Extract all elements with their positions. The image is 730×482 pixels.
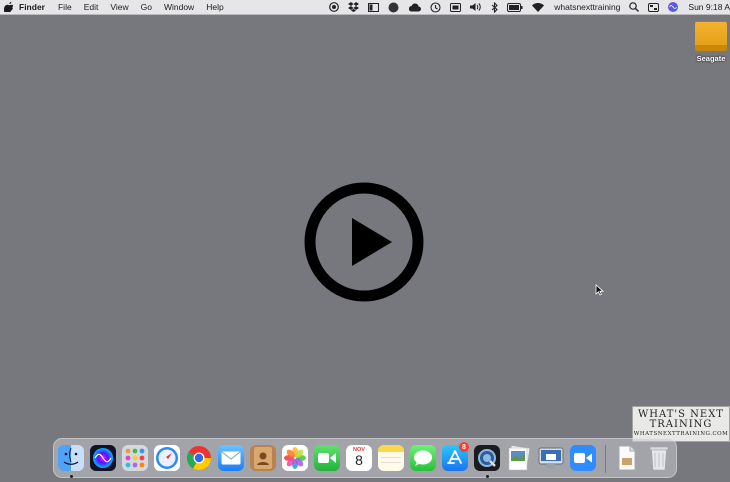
time-machine-icon[interactable] [430, 1, 441, 13]
dropbox-icon[interactable] [348, 2, 360, 12]
control-icon[interactable] [648, 2, 660, 12]
battery-icon[interactable] [507, 2, 523, 12]
spotlight-icon[interactable] [629, 2, 640, 12]
status-area: whatsnexttraining Sun 9:18 A [320, 0, 730, 14]
dock-trash-icon[interactable] [646, 445, 672, 471]
dock-separator [605, 445, 606, 473]
dock-contacts-icon[interactable] [250, 445, 276, 471]
bluetooth-icon[interactable] [491, 1, 499, 13]
dock-safari-icon[interactable] [154, 445, 180, 471]
notes-lines [381, 462, 401, 463]
siri-icon[interactable] [668, 2, 679, 12]
dock-facetime-icon[interactable] [314, 445, 340, 471]
dock-mail-icon[interactable] [218, 445, 244, 471]
menu-go[interactable]: Go [141, 2, 152, 12]
record-icon[interactable] [329, 2, 340, 12]
running-indicator [70, 475, 73, 478]
notes-header-bar [378, 445, 404, 452]
dock-calendar-icon[interactable]: NOV 8 [346, 445, 372, 471]
menu-help[interactable]: Help [206, 2, 223, 12]
seagate-drive[interactable]: Seagate [693, 21, 729, 63]
cloud-icon[interactable] [408, 3, 422, 12]
dock-preview-icon[interactable] [506, 445, 532, 471]
watermark-url: WHATSNEXTTRAINING.COM [633, 431, 729, 437]
menu-finder[interactable]: Finder [19, 2, 45, 12]
user-name[interactable]: whatsnexttraining [554, 2, 620, 12]
notes-lines [381, 457, 401, 458]
watermark-line2: TRAINING [649, 419, 713, 430]
dock-zoom-icon[interactable] [570, 445, 596, 471]
play-button-icon[interactable] [304, 182, 424, 302]
wifi-icon[interactable] [532, 2, 545, 12]
drive-label: Seagate [696, 54, 726, 63]
dock-notes-icon[interactable] [378, 445, 404, 471]
volume-icon[interactable] [470, 2, 482, 12]
dock-chrome-icon[interactable] [186, 445, 212, 471]
calendar-day: 8 [355, 452, 363, 468]
menu-window[interactable]: Window [164, 2, 194, 12]
dock-screen-sharing-icon[interactable] [538, 445, 564, 471]
dock-messages-icon[interactable] [410, 445, 436, 471]
dock-document-icon[interactable] [614, 445, 640, 471]
dark-circle-icon[interactable] [388, 2, 399, 13]
menu-clock[interactable]: Sun 9:18 A [688, 2, 730, 12]
dock-finder-icon[interactable] [58, 445, 84, 471]
menu-view[interactable]: View [110, 2, 128, 12]
dock-photos-icon[interactable] [282, 445, 308, 471]
dock-quicktime-icon[interactable] [474, 445, 500, 471]
dock-siri-icon[interactable] [90, 445, 116, 471]
window-icon[interactable] [368, 2, 380, 12]
appstore-badge: 8 [459, 442, 469, 452]
display-icon[interactable] [450, 2, 462, 12]
mouse-cursor-icon [595, 284, 604, 296]
running-indicator [486, 475, 489, 478]
menu-bar: Finder File Edit View Go Window Help wha… [0, 0, 730, 15]
apple-menu-icon[interactable] [3, 1, 15, 13]
dock: NOV 8 8 [53, 438, 677, 478]
watermark-logo: WHAT'S NEXT TRAINING WHATSNEXTTRAINING.C… [632, 406, 730, 442]
external-drive-icon[interactable] [695, 21, 727, 51]
menu-edit[interactable]: Edit [84, 2, 99, 12]
menu-file[interactable]: File [58, 2, 72, 12]
dock-launchpad-icon[interactable] [122, 445, 148, 471]
